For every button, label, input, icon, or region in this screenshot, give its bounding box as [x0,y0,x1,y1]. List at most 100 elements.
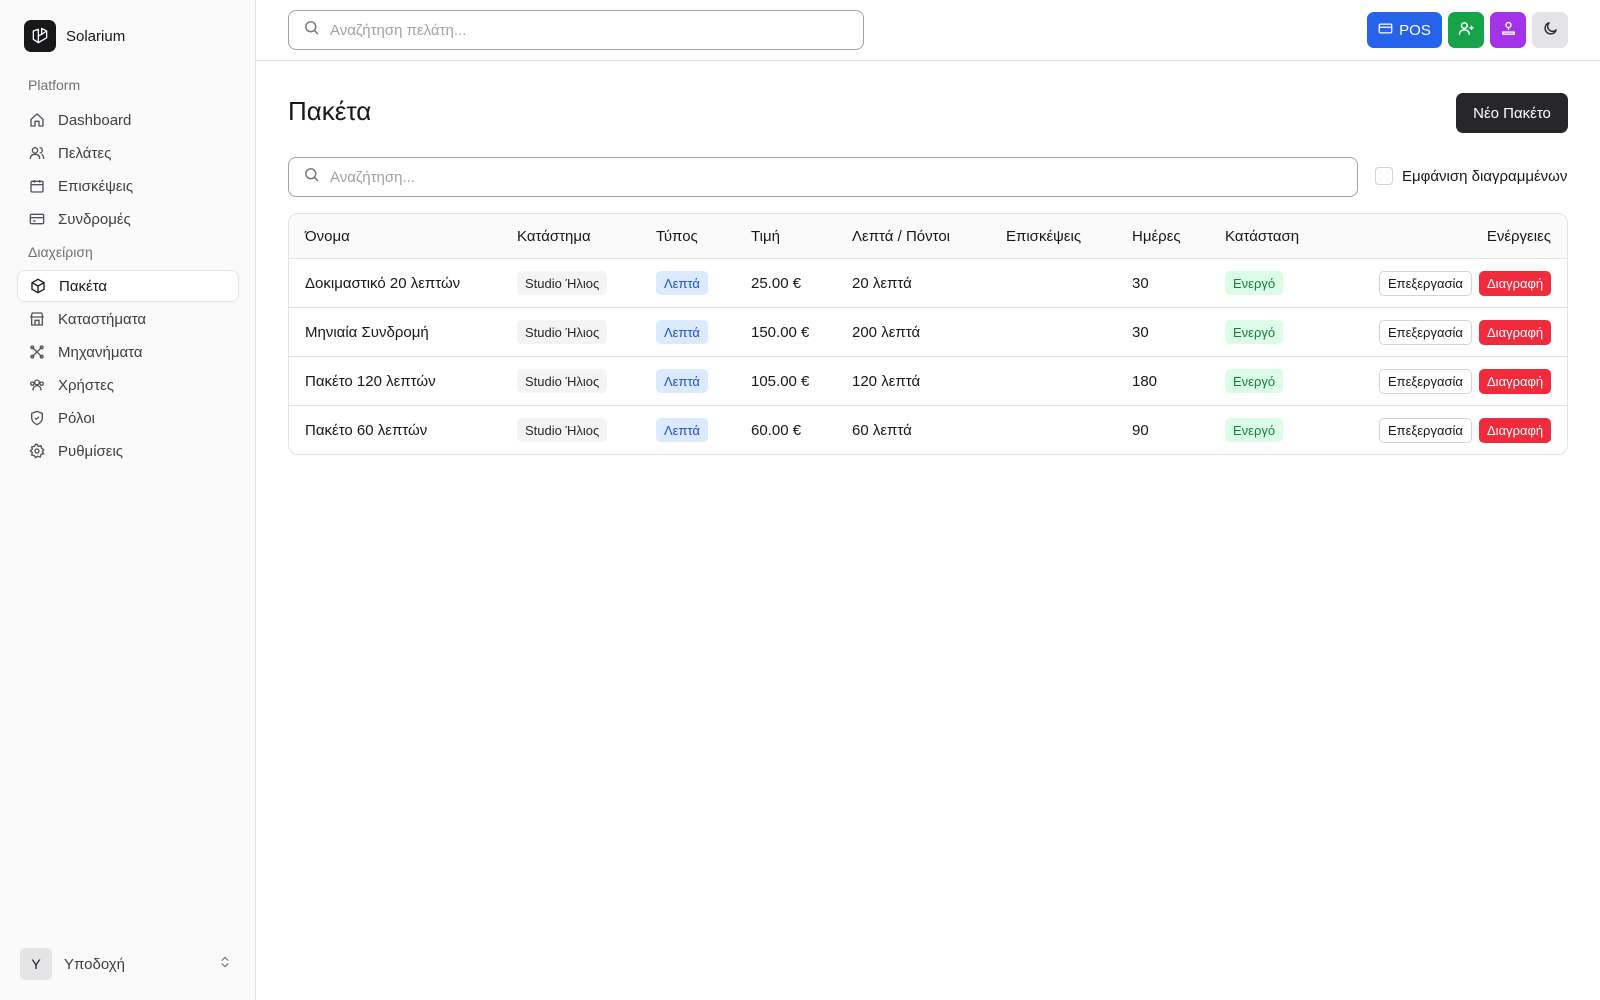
sidebar-item-subscriptions[interactable]: Συνδρομές [17,203,239,235]
delete-button[interactable]: Διαγραφή [1479,418,1552,443]
new-package-button[interactable]: Νέο Πακέτο [1456,93,1568,133]
package-search-input[interactable]: Αναζήτηση... [288,157,1358,197]
column-header-days: Ημέρες [1132,228,1181,245]
edit-button[interactable]: Επεξεργασία [1379,271,1472,296]
moon-icon [1542,20,1559,41]
sidebar: Solarium Platform Dashboard Πελάτες Επισ… [0,0,256,1000]
accounts-button[interactable] [1490,12,1526,48]
delete-button[interactable]: Διαγραφή [1479,320,1552,345]
network-users-icon [1500,20,1517,41]
column-header-type: Τύπος [656,228,698,245]
table-row: Πακέτο 60 λεπτών Studio Ήλιος Λεπτά 60.0… [289,406,1567,454]
cell-price: 105.00 € [751,373,810,390]
add-customer-button[interactable] [1448,12,1484,48]
type-badge: Λεπτά [656,418,708,442]
sidebar-item-dashboard[interactable]: Dashboard [17,104,239,136]
edit-button[interactable]: Επεξεργασία [1379,369,1472,394]
cell-price: 25.00 € [751,275,802,292]
package-icon [29,277,47,295]
column-header-price: Τιμή [751,228,780,245]
sidebar-item-label: Ρόλοι [58,409,96,427]
app-name: Solarium [66,27,126,45]
cell-days: 180 [1132,373,1158,390]
user-name: Υποδοχή [64,955,125,973]
status-badge: Ενεργό [1225,369,1284,393]
sidebar-item-customers[interactable]: Πελάτες [17,137,239,169]
edit-button[interactable]: Επεξεργασία [1379,320,1472,345]
sidebar-item-label: Πακέτα [59,277,108,295]
sidebar-item-stores[interactable]: Καταστήματα [17,303,239,335]
sidebar-item-label: Καταστήματα [58,310,147,328]
cell-name: Μηνιαία Συνδρομή [305,324,429,341]
user-menu[interactable]: Y Υποδοχή [20,948,232,980]
sidebar-item-packages[interactable]: Πακέτα [17,270,239,302]
credit-card-icon [28,210,46,228]
pos-label: POS [1399,21,1431,39]
edit-button[interactable]: Επεξεργασία [1379,418,1472,443]
type-badge: Λεπτά [656,271,708,295]
table-row: Πακέτο 120 λεπτών Studio Ήλιος Λεπτά 105… [289,357,1567,406]
cell-minutes: 120 λεπτά [852,373,921,390]
column-header-store: Κατάστημα [517,228,591,245]
gear-icon [28,442,46,460]
show-deleted-label: Εμφάνιση διαγραμμένων [1402,167,1568,185]
sidebar-item-visits[interactable]: Επισκέψεις [17,170,239,202]
pos-button[interactable]: POS [1367,12,1442,48]
search-icon [303,19,320,41]
sidebar-item-label: Χρήστες [58,376,114,394]
type-badge: Λεπτά [656,369,708,393]
show-deleted-toggle[interactable]: Εμφάνιση διαγραμμένων [1375,167,1567,185]
brand[interactable]: Solarium [24,20,125,52]
chevron-up-down-icon [218,955,232,974]
status-badge: Ενεργό [1225,418,1284,442]
store-badge: Studio Ήλιος [517,320,608,344]
table-row: Δοκιμαστικό 20 λεπτών Studio Ήλιος Λεπτά… [289,259,1567,308]
store-badge: Studio Ήλιος [517,271,608,295]
store-icon [28,310,46,328]
column-header-actions: Ενέργειες [1486,228,1551,245]
user-group-icon [28,376,46,394]
search-placeholder: Αναζήτηση πελάτη... [330,21,467,39]
shield-icon [28,409,46,427]
top-header: Αναζήτηση πελάτη... POS [256,0,1600,61]
delete-button[interactable]: Διαγραφή [1479,271,1552,296]
cell-name: Πακέτο 60 λεπτών [305,422,428,439]
nav-group-platform: Platform [28,77,81,93]
nav-group-admin: Διαχείριση [28,244,93,260]
sidebar-item-label: Πελάτες [58,144,112,162]
cell-name: Δοκιμαστικό 20 λεπτών [305,275,461,292]
credit-card-icon [1378,21,1393,40]
user-plus-icon [1458,20,1475,41]
sidebar-item-label: Dashboard [58,111,132,129]
status-badge: Ενεργό [1225,271,1284,295]
search-icon [303,166,320,188]
show-deleted-checkbox[interactable] [1375,167,1393,185]
cell-price: 60.00 € [751,422,802,439]
cell-minutes: 20 λεπτά [852,275,912,292]
sidebar-item-machines[interactable]: Μηχανήματα [17,336,239,368]
status-badge: Ενεργό [1225,320,1284,344]
sidebar-item-settings[interactable]: Ρυθμίσεις [17,435,239,467]
packages-table: Όνομα Κατάστημα Τύπος Τιμή Λεπτά / Πόντο… [288,213,1568,455]
column-header-minutes: Λεπτά / Πόντοι [852,228,951,245]
sidebar-item-label: Μηχανήματα [58,343,143,361]
search-placeholder: Αναζήτηση... [330,168,415,186]
column-header-name: Όνομα [305,228,350,245]
delete-button[interactable]: Διαγραφή [1479,369,1552,394]
theme-toggle-button[interactable] [1532,12,1568,48]
users-icon [28,144,46,162]
cell-name: Πακέτο 120 λεπτών [305,373,436,390]
cell-days: 90 [1132,422,1149,439]
table-header: Όνομα Κατάστημα Τύπος Τιμή Λεπτά / Πόντο… [289,214,1567,259]
sidebar-item-users[interactable]: Χρήστες [17,369,239,401]
sidebar-item-roles[interactable]: Ρόλοι [17,402,239,434]
column-header-status: Κατάσταση [1225,228,1300,245]
home-icon [28,111,46,129]
cell-price: 150.00 € [751,324,810,341]
app-logo-icon [24,20,56,52]
sidebar-item-label: Επισκέψεις [58,177,134,195]
sidebar-item-label: Συνδρομές [58,210,131,228]
customer-search-input[interactable]: Αναζήτηση πελάτη... [288,10,864,50]
calendar-icon [28,177,46,195]
page-title: Πακέτα [288,96,372,126]
